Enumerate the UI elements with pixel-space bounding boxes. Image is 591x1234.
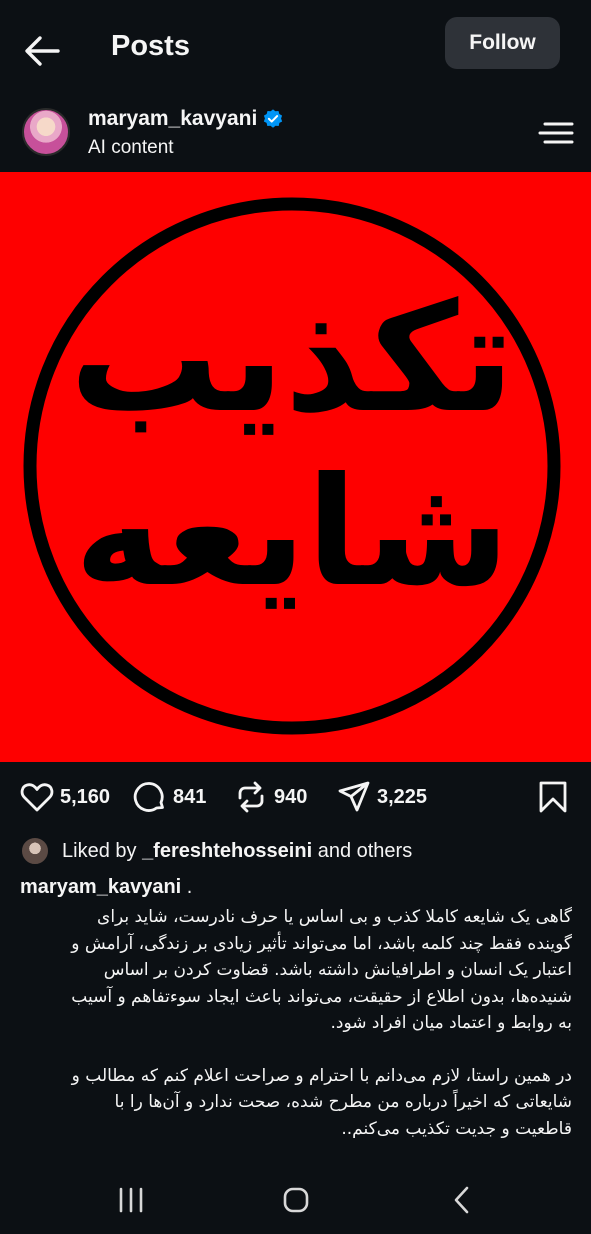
share-button[interactable]: 3,225 [337, 780, 427, 814]
comment-button[interactable]: 841 [133, 780, 206, 814]
author-avatar[interactable] [22, 108, 70, 156]
caption-username[interactable]: maryam_kavyani . [20, 876, 192, 899]
recent-apps-icon[interactable] [111, 1184, 151, 1216]
rumor-denial-graphic: تکذیب شایعه [23, 197, 561, 735]
ai-content-label[interactable]: AI content [88, 137, 174, 159]
liker-avatar [20, 836, 50, 866]
like-button[interactable]: 5,160 [20, 780, 110, 814]
options-menu-icon[interactable] [538, 120, 574, 146]
post-screen: Posts Follow maryam_kavyani AI content ت… [0, 0, 591, 1234]
send-icon [338, 781, 370, 812]
caption-line: در همین راستا، لازم می‌دانم با احترام و … [71, 1065, 572, 1086]
page-title: Posts [111, 30, 190, 62]
caption-line: به روابط و اعتماد میان افراد شود. [330, 1013, 573, 1033]
repost-button[interactable]: 940 [234, 780, 307, 814]
like-count: 5,160 [60, 785, 111, 808]
caption-username-text: maryam_kavyani [20, 876, 182, 898]
repost-count: 940 [274, 785, 308, 808]
back-nav-icon[interactable] [442, 1184, 482, 1216]
liked-by-user[interactable]: _fereshtehosseini [142, 840, 312, 862]
post-actions: 5,160 841 940 3,225 [0, 770, 591, 826]
graphic-line-1: تکذیب [69, 272, 514, 446]
comment-count: 841 [173, 785, 207, 808]
caption-paragraph-gap [18, 1037, 572, 1063]
liked-by-text: Liked by _fereshtehosseini and others [62, 840, 412, 863]
caption-line: گاهی یک شایعه کاملا کذب و بی اساس یا حرف… [97, 907, 572, 927]
heart-icon [20, 783, 54, 812]
caption-line: شنیده‌ها، بدون اطلاع از حقیقت، می‌تواند … [71, 986, 572, 1007]
repost-icon [238, 781, 264, 813]
comment-bubble-icon [133, 782, 164, 812]
home-icon[interactable] [276, 1184, 316, 1216]
post-author-row: maryam_kavyani AI content [0, 100, 591, 170]
follow-button[interactable]: Follow [445, 17, 560, 69]
liked-by-prefix: Liked by [62, 839, 143, 862]
caption-line: گوینده فقط چند کلمه باشد، اما می‌تواند ت… [71, 933, 572, 954]
caption-separator: . [181, 876, 193, 898]
share-count: 3,225 [377, 785, 428, 808]
system-navigation-bar [0, 1170, 591, 1234]
liked-by-suffix: and others [312, 839, 413, 862]
top-bar: Posts Follow [0, 0, 591, 96]
author-username[interactable]: maryam_kavyani [88, 107, 257, 131]
liked-by-row[interactable]: Liked by _fereshtehosseini and others [20, 836, 412, 866]
caption-line: قاطعیت و جدیت تکذیب می‌کنم.. [341, 1118, 572, 1139]
caption-text: گاهی یک شایعه کاملا کذب و بی اساس یا حرف… [18, 904, 572, 1142]
caption-line: شایعاتی که اخیراً درباره من مطرح شده، صح… [114, 1092, 572, 1112]
bookmark-icon[interactable] [536, 780, 570, 814]
post-image[interactable]: تکذیب شایعه [0, 172, 591, 762]
caption-line: اعتبار یک انسان و اطرافیانش داشته باشد. … [103, 960, 572, 980]
verified-badge-icon [263, 109, 283, 128]
arrow-left-icon[interactable] [22, 33, 62, 69]
graphic-line-2: شایعه [74, 446, 510, 620]
